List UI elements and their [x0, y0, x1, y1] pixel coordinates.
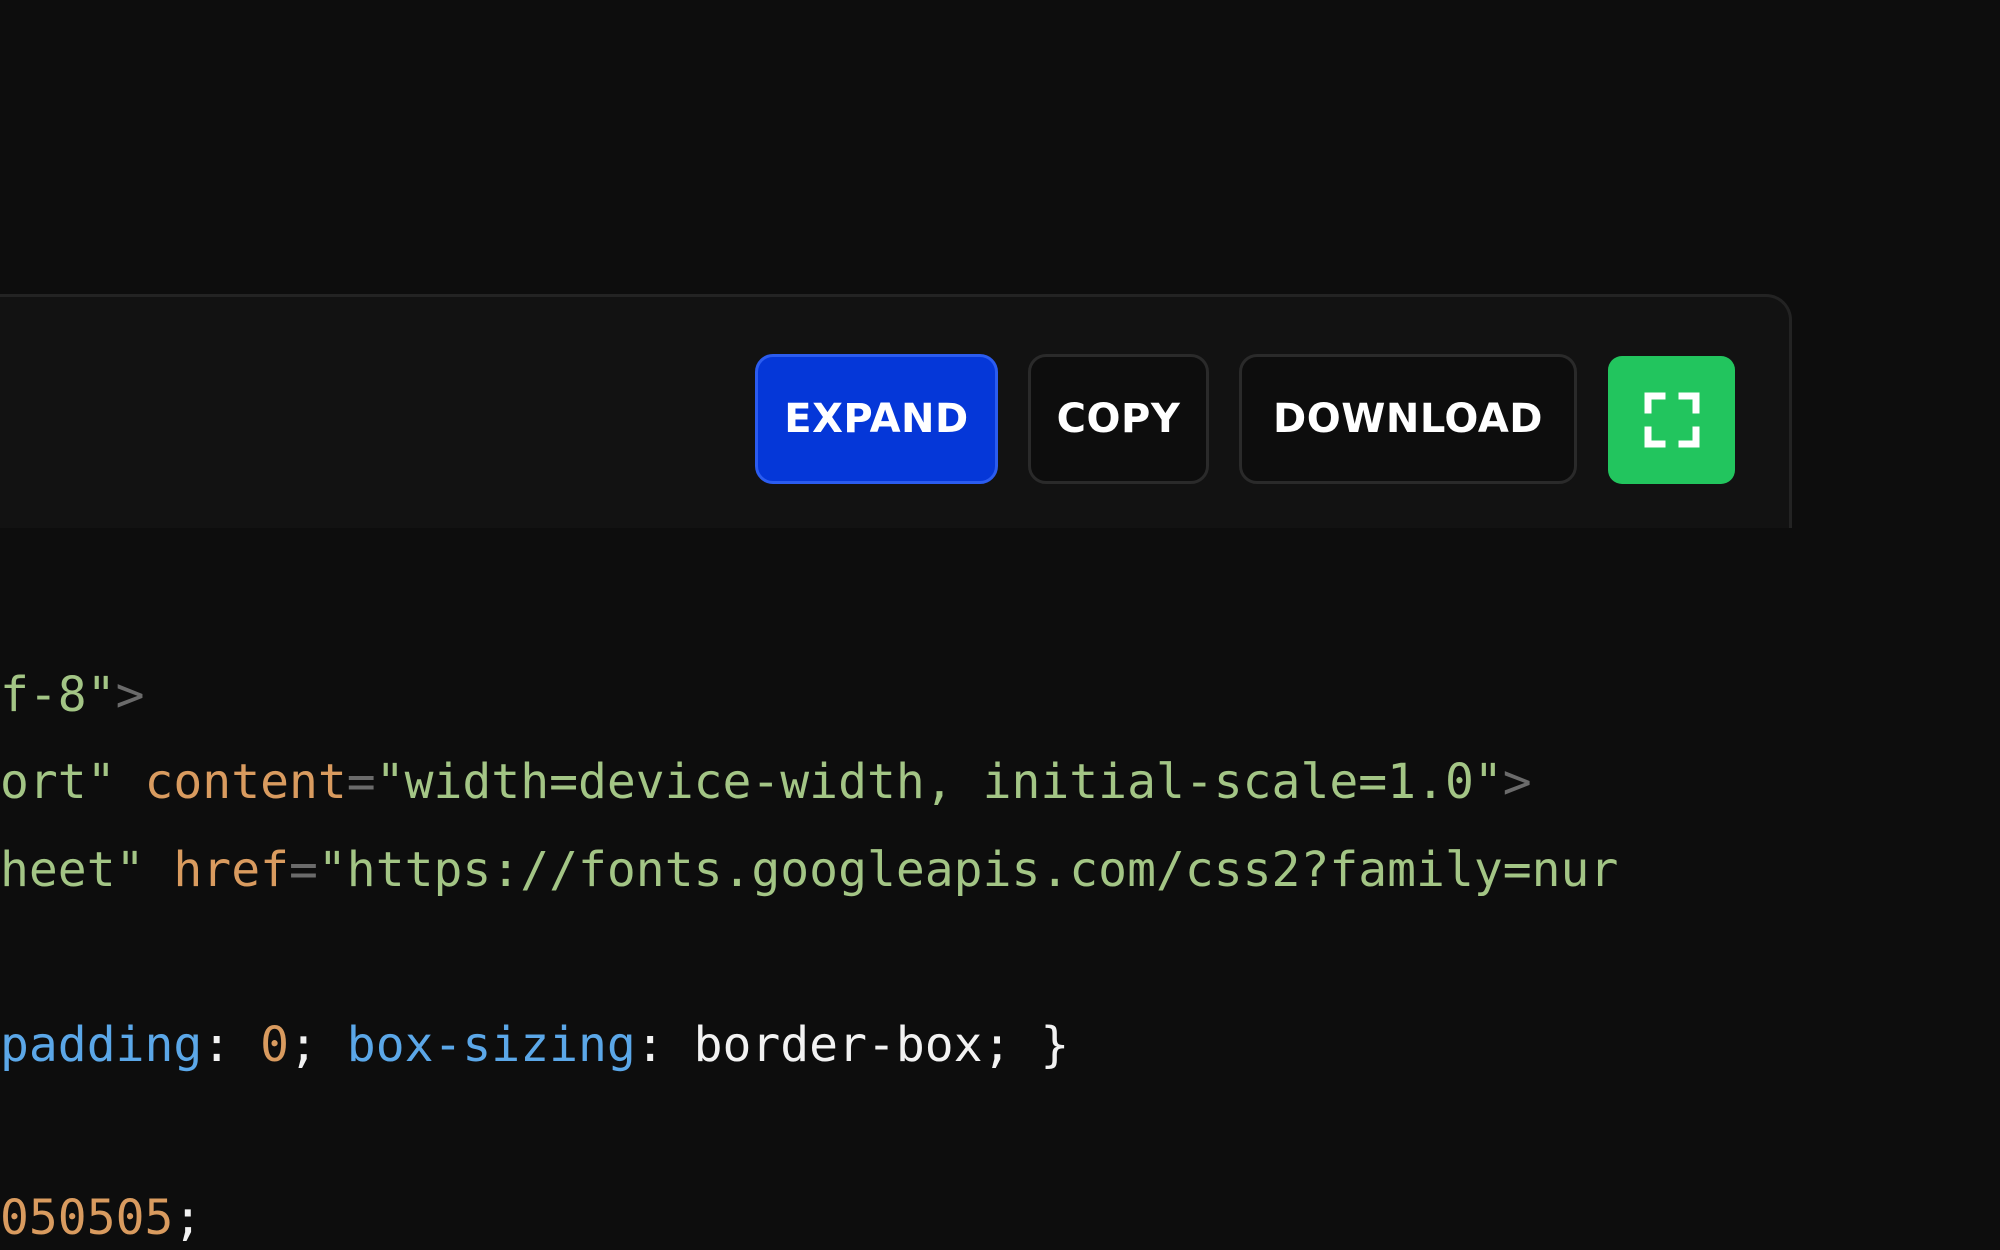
code-line: heet" href="https://fonts.googleapis.com… [0, 840, 1618, 900]
fullscreen-icon [1644, 392, 1699, 448]
code-property: box-sizing [346, 1017, 636, 1073]
code-string: "width=device-width, initial-scale=1.0" [375, 754, 1503, 810]
code-separator: ; [173, 1190, 203, 1246]
code-string: "https://fonts.googleapis.com/css2?famil… [317, 842, 1619, 898]
code-punctuation: = [289, 842, 318, 898]
code-property: padding [0, 1017, 203, 1073]
fullscreen-button[interactable] [1608, 356, 1735, 484]
copy-button[interactable]: COPY [1028, 354, 1209, 484]
code-attribute: href [173, 842, 289, 898]
code-punctuation: = [346, 754, 376, 810]
code-line: ort" content="width=device-width, initia… [0, 752, 1532, 812]
code-value: border-box; } [693, 1017, 1070, 1073]
code-string: ort" [0, 754, 116, 810]
download-button[interactable]: DOWNLOAD [1239, 354, 1577, 484]
expand-button[interactable]: EXPAND [755, 354, 998, 484]
code-separator: ; [289, 1017, 347, 1073]
code-string: f-8" [0, 667, 116, 723]
code-number: 0 [260, 1017, 289, 1073]
code-line: 050505; [0, 1188, 202, 1248]
code-punctuation: > [115, 667, 145, 723]
code-string: heet" [0, 842, 145, 898]
code-line: padding: 0; box-sizing: border-box; } [0, 1015, 1069, 1075]
code-attribute: content [144, 754, 347, 810]
code-punctuation: > [1502, 754, 1532, 810]
code-separator: : [635, 1017, 694, 1073]
code-viewer: EXPAND COPY DOWNLOAD f-8"> ort" content=… [0, 0, 2000, 1250]
code-number: 050505 [0, 1190, 174, 1246]
code-line: f-8"> [0, 665, 145, 725]
code-content: f-8"> ort" content="width=device-width, … [0, 0, 1802, 1250]
code-separator: : [202, 1017, 261, 1073]
